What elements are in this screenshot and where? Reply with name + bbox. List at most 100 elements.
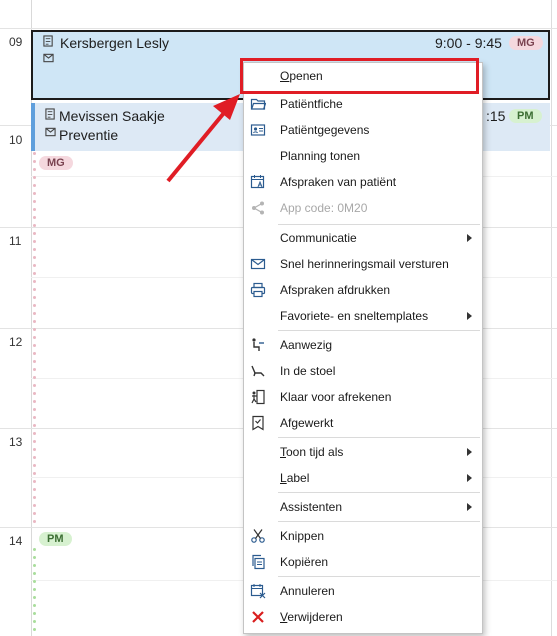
- availability-dot: [33, 152, 36, 155]
- availability-dot: [33, 160, 36, 163]
- availability-dot: [33, 496, 36, 499]
- menu-item-afspraken-afdrukken[interactable]: Afspraken afdrukken: [244, 277, 482, 303]
- availability-dot: [33, 604, 36, 607]
- availability-dot: [33, 192, 36, 195]
- menu-item-label: Afspraken afdrukken: [280, 283, 391, 297]
- availability-dot: [33, 272, 36, 275]
- appointment-subtitle: Preventie: [59, 127, 119, 143]
- menu-item-verwijderen[interactable]: Verwijderen: [244, 604, 482, 630]
- menu-item-communicatie[interactable]: Communicatie: [244, 225, 482, 251]
- menu-item-label: In de stoel: [280, 364, 336, 378]
- menu-item-in-de-stoel[interactable]: In de stoel: [244, 358, 482, 384]
- highlight-box: [240, 58, 479, 94]
- delete-icon: [252, 611, 264, 623]
- submenu-arrow-icon: [467, 474, 472, 482]
- mail-icon: [43, 53, 54, 63]
- availability-dot: [33, 392, 36, 395]
- submenu-arrow-icon: [467, 234, 472, 242]
- share-icon: [252, 201, 264, 215]
- availability-dot: [33, 248, 36, 251]
- menu-item-knippen[interactable]: Knippen: [244, 523, 482, 549]
- hour-label: 13: [9, 435, 23, 449]
- availability-dot: [33, 216, 36, 219]
- menu-item-favoriete-templates[interactable]: Favoriete- en sneltemplates: [244, 303, 482, 329]
- availability-dot: [33, 580, 36, 583]
- menu-item-label: Aanwezig: [280, 338, 333, 352]
- availability-dot: [33, 344, 36, 347]
- patient-card-icon: [45, 108, 55, 120]
- availability-dot: [33, 288, 36, 291]
- availability-dot: [33, 588, 36, 591]
- availability-dot: [33, 208, 36, 211]
- appointment-name: Kersbergen Lesly: [60, 35, 169, 51]
- availability-dot: [33, 520, 36, 523]
- slot-badge-pm: PM: [39, 532, 72, 546]
- calendar-cancel-icon: [250, 584, 266, 599]
- menu-item-herinneringsmail[interactable]: Snel herinneringsmail versturen: [244, 251, 482, 277]
- availability-dot: [33, 184, 36, 187]
- context-menu: Openen Patiëntfiche Patiëntgegevens Plan…: [243, 62, 483, 634]
- copy-icon: [252, 554, 265, 570]
- availability-dot: [33, 432, 36, 435]
- menu-item-app-code: App code: 0M20: [244, 195, 482, 221]
- menu-item-label: oon tijd als: [286, 445, 344, 459]
- hour-label: 14: [9, 534, 23, 548]
- menu-item-toon-tijd-als[interactable]: Toon tijd als: [244, 439, 482, 465]
- menu-item-aanwezig[interactable]: Aanwezig: [244, 332, 482, 358]
- availability-dot: [33, 224, 36, 227]
- availability-dot: [33, 320, 36, 323]
- availability-dot: [33, 596, 36, 599]
- availability-dot: [33, 448, 36, 451]
- menu-item-assistenten[interactable]: Assistenten: [244, 494, 482, 520]
- availability-dot: [33, 480, 36, 483]
- finished-icon: [252, 415, 264, 431]
- availability-dot: [33, 548, 36, 551]
- menu-item-label[interactable]: Label: [244, 465, 482, 491]
- appointment-time: 9:00 - 9:45: [435, 35, 502, 51]
- column-border: [551, 0, 552, 636]
- menu-item-label-text: abel: [286, 471, 310, 485]
- menu-item-afgewerkt[interactable]: Afgewerkt: [244, 410, 482, 436]
- menu-separator: [278, 330, 480, 331]
- menu-separator: [278, 576, 480, 577]
- menu-item-afspraken-patient[interactable]: Afspraken van patiënt: [244, 169, 482, 195]
- menu-item-patientfiche[interactable]: Patiëntfiche: [244, 91, 482, 117]
- hour-line: [0, 28, 557, 29]
- menu-item-label: Klaar voor afrekenen: [280, 390, 392, 404]
- hour-label: 10: [9, 133, 23, 147]
- menu-separator: [278, 437, 480, 438]
- dental-chair-icon: [251, 365, 265, 377]
- availability-dot: [33, 440, 36, 443]
- submenu-arrow-icon: [467, 503, 472, 511]
- availability-dot: [33, 512, 36, 515]
- menu-item-kopieren[interactable]: Kopiëren: [244, 549, 482, 575]
- menu-item-label: Assistenten: [280, 500, 343, 514]
- availability-dot: [33, 296, 36, 299]
- availability-dot: [33, 612, 36, 615]
- menu-separator: [278, 521, 480, 522]
- availability-dot: [33, 376, 36, 379]
- submenu-arrow-icon: [467, 312, 472, 320]
- availability-dot: [33, 408, 36, 411]
- menu-item-label: Annuleren: [280, 584, 335, 598]
- availability-dot: [33, 360, 36, 363]
- menu-item-planning-tonen[interactable]: Planning tonen: [244, 143, 482, 169]
- availability-dot: [33, 620, 36, 623]
- menu-item-klaar-afrekenen[interactable]: Klaar voor afrekenen: [244, 384, 482, 410]
- menu-item-patientgegevens[interactable]: Patiëntgegevens: [244, 117, 482, 143]
- scissors-icon: [251, 529, 265, 543]
- availability-dot: [33, 400, 36, 403]
- availability-dot: [33, 328, 36, 331]
- availability-dot: [33, 280, 36, 283]
- badge-pm: PM: [509, 109, 542, 123]
- availability-dot: [33, 176, 36, 179]
- availability-dot: [33, 556, 36, 559]
- availability-dot: [33, 240, 36, 243]
- menu-item-annuleren[interactable]: Annuleren: [244, 578, 482, 604]
- menu-item-label: Afgewerkt: [280, 416, 334, 430]
- menu-item-label: Favoriete- en sneltemplates: [280, 309, 429, 323]
- appointment-name: Mevissen Saakje: [59, 108, 165, 124]
- mail-icon: [45, 127, 56, 137]
- availability-dot: [33, 504, 36, 507]
- menu-item-label: Snel herinneringsmail versturen: [280, 257, 449, 271]
